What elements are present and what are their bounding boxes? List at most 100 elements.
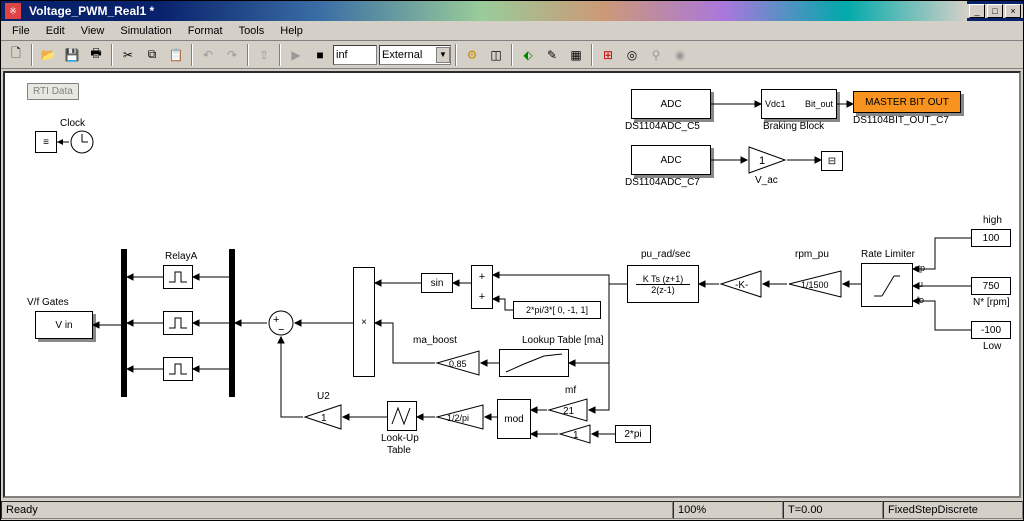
demux-bar-left[interactable] xyxy=(121,249,127,397)
undo-icon[interactable]: ↶ xyxy=(197,44,219,66)
menu-format[interactable]: Format xyxy=(181,23,230,39)
lut-lbl1: Look-Up xyxy=(381,433,419,444)
statusbar: Ready 100% T=0.00 FixedStepDiscrete xyxy=(1,500,1023,520)
relay-block-2[interactable] xyxy=(163,311,193,335)
adc-block-c7[interactable]: ADC xyxy=(631,145,711,175)
app-window: ※ Voltage_PWM_Real1 * _ □ × File Edit Vi… xyxy=(0,0,1024,521)
copy-icon[interactable]: ⧉ xyxy=(141,44,163,66)
minimize-button[interactable]: _ xyxy=(969,4,985,18)
phase-const[interactable]: 2*pi/3*[ 0, -1, 1] xyxy=(513,301,601,319)
rpm-label: rpm_pu xyxy=(795,249,829,260)
svg-text:21: 21 xyxy=(563,406,575,417)
gain-u2[interactable]: 1 xyxy=(303,403,343,431)
braking-block[interactable]: Vdc1 Bit_out xyxy=(761,89,837,119)
status-time: T=0.00 xyxy=(783,501,883,519)
sin-block[interactable]: sin xyxy=(421,273,453,293)
brake-in-port: Vdc1 xyxy=(765,99,786,109)
paste-icon[interactable]: 📋 xyxy=(165,44,187,66)
gain-rpm[interactable]: 1/1500 xyxy=(787,269,843,299)
rate-limiter-block[interactable] xyxy=(861,263,913,307)
master-label: DS1104BIT_OUT_C7 xyxy=(853,115,949,126)
mux-bar-right[interactable] xyxy=(229,249,235,397)
maximize-button[interactable]: □ xyxy=(987,4,1003,18)
const-2pi[interactable]: 2*pi xyxy=(615,425,651,443)
svg-text:−: − xyxy=(278,324,284,336)
gain-mf[interactable]: 21 xyxy=(547,397,589,423)
gain-inv2pi[interactable]: 1/2/pi xyxy=(435,403,485,431)
lookup-ma-label: Lookup Table [ma] xyxy=(522,335,604,346)
rate-u: u xyxy=(918,279,923,289)
cut-icon[interactable]: ✂ xyxy=(117,44,139,66)
master-bit-out-block[interactable]: MASTER BIT OUT xyxy=(853,91,961,113)
redo-icon[interactable]: ↷ xyxy=(221,44,243,66)
mode-select[interactable]: ▼ xyxy=(379,45,451,65)
tool-icon-8[interactable]: ⚲ xyxy=(645,44,667,66)
menu-file[interactable]: File xyxy=(5,23,37,39)
menu-tools[interactable]: Tools xyxy=(232,23,272,39)
vf-gates-label: V/f Gates xyxy=(27,297,69,308)
sum-circle[interactable]: +− xyxy=(267,309,295,337)
mode-value[interactable] xyxy=(380,48,436,62)
pu-label: pu_rad/sec xyxy=(641,249,690,260)
gain-const1[interactable]: 1 xyxy=(558,423,592,445)
adc-block-c5[interactable]: ADC xyxy=(631,89,711,119)
menu-help[interactable]: Help xyxy=(273,23,310,39)
svg-text:0.85: 0.85 xyxy=(449,359,467,369)
mod-block[interactable]: mod xyxy=(497,399,531,439)
u2-label: U2 xyxy=(317,391,330,402)
nrpm-label: N* [rpm] xyxy=(973,297,1010,308)
close-button[interactable]: × xyxy=(1005,4,1021,18)
clock-icon[interactable] xyxy=(69,129,95,155)
stop-icon[interactable]: ■ xyxy=(309,44,331,66)
dropdown-icon[interactable]: ▼ xyxy=(436,47,450,63)
display-block[interactable]: ≡ xyxy=(35,131,57,153)
nav-up-icon[interactable]: ⇧ xyxy=(253,44,275,66)
menu-edit[interactable]: Edit xyxy=(39,23,72,39)
relay-block-3[interactable] xyxy=(163,357,193,381)
brake-out-port: Bit_out xyxy=(805,99,833,109)
tool-icon-1[interactable]: ⚙ xyxy=(461,44,483,66)
gain-k[interactable]: -K- xyxy=(719,269,763,299)
tool-icon-7[interactable]: ◎ xyxy=(621,44,643,66)
sum-block[interactable]: ++ xyxy=(471,265,493,309)
terminator-block[interactable]: ⊟ xyxy=(821,151,843,171)
stoptime-input[interactable] xyxy=(333,45,377,65)
high-label: high xyxy=(983,215,1002,226)
app-icon: ※ xyxy=(5,3,21,19)
new-icon[interactable]: 🗋 xyxy=(5,44,27,66)
menu-view[interactable]: View xyxy=(74,23,112,39)
const-low[interactable]: -100 xyxy=(971,321,1011,339)
gain-vac[interactable]: 1 xyxy=(747,145,787,175)
tool-icon-6[interactable]: ⊞ xyxy=(597,44,619,66)
tool-icon-5[interactable]: ▦ xyxy=(565,44,587,66)
relay-block-1[interactable] xyxy=(163,265,193,289)
tool-icon-3[interactable]: ⬖ xyxy=(517,44,539,66)
tool-icon-9[interactable]: ◉ xyxy=(669,44,691,66)
adc2-label: DS1104ADC_C7 xyxy=(625,177,700,188)
lookup-table-block[interactable] xyxy=(387,401,417,431)
vac-label: V_ac xyxy=(755,175,778,186)
clock-label: Clock xyxy=(60,118,85,129)
save-icon[interactable]: 💾 xyxy=(61,44,83,66)
window-title: Voltage_PWM_Real1 * xyxy=(25,4,158,18)
vf-gates-block[interactable]: V in xyxy=(35,311,93,339)
lookup-ma-block[interactable] xyxy=(499,349,569,377)
rti-data-block[interactable]: RTI Data xyxy=(27,83,79,100)
tool-icon-2[interactable]: ◫ xyxy=(485,44,507,66)
const-nrpm[interactable]: 750 xyxy=(971,277,1011,295)
gain-ma-boost[interactable]: 0.85 xyxy=(435,349,481,377)
model-canvas[interactable]: RTI Data Clock ≡ ADC DS1104ADC_C5 Vdc1 B… xyxy=(3,71,1021,498)
rate-up: up xyxy=(915,263,925,273)
menubar: File Edit View Simulation Format Tools H… xyxy=(1,21,1023,41)
discrete-tf-block[interactable]: K Ts (z+1) 2(z-1) xyxy=(627,265,699,303)
product-block[interactable]: × xyxy=(353,267,375,377)
tool-icon-4[interactable]: ✎ xyxy=(541,44,563,66)
play-icon[interactable]: ▶ xyxy=(285,44,307,66)
print-icon[interactable]: 🖶 xyxy=(85,44,107,66)
svg-text:-K-: -K- xyxy=(735,280,748,291)
lut-lbl2: Table xyxy=(387,445,411,456)
const-high[interactable]: 100 xyxy=(971,229,1011,247)
menu-simulation[interactable]: Simulation xyxy=(113,23,178,39)
open-icon[interactable]: 📂 xyxy=(37,44,59,66)
status-pct: 100% xyxy=(673,501,783,519)
